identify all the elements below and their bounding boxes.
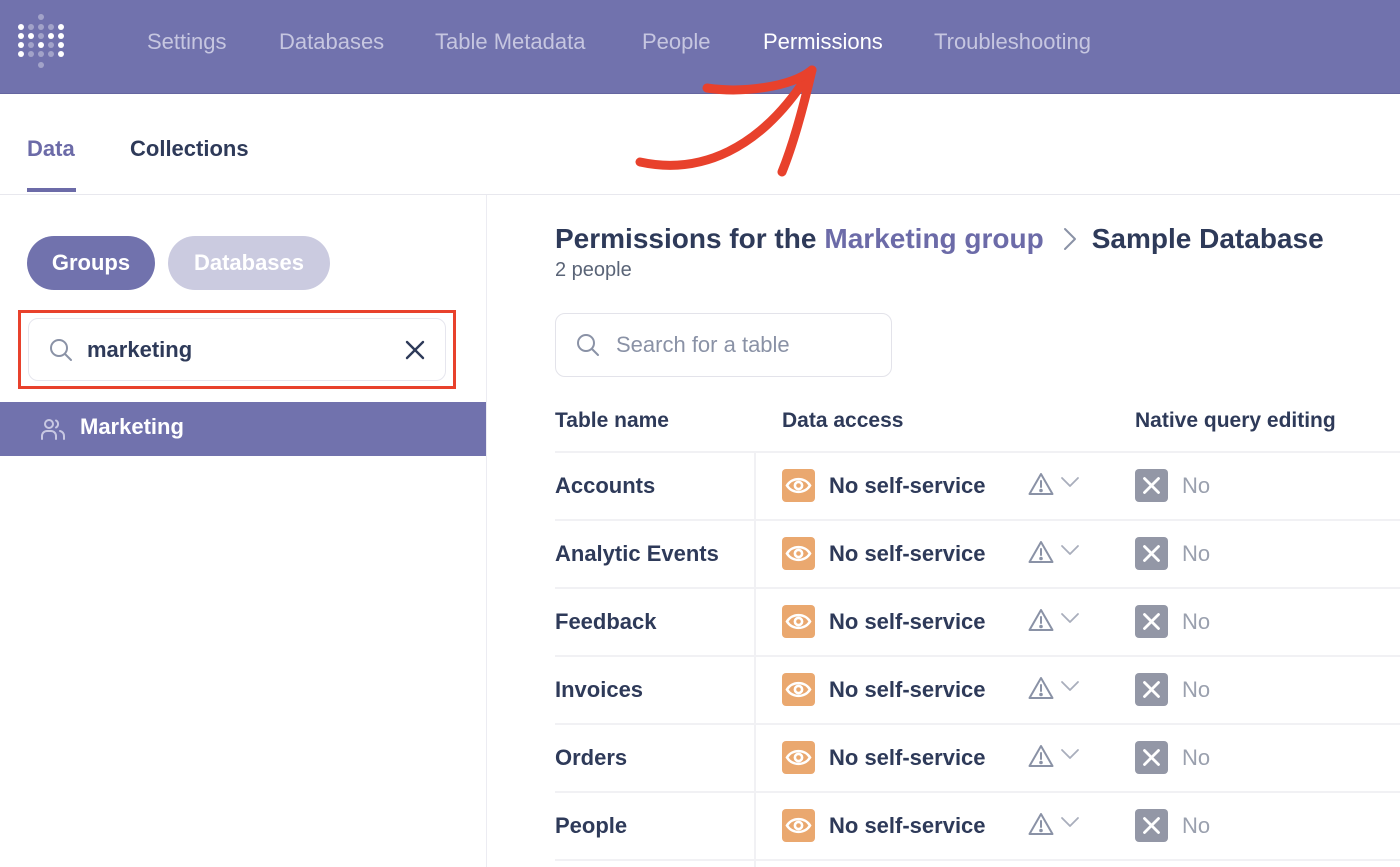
permissions-sidebar: Groups Databases Marketing (0, 195, 487, 867)
eye-icon (782, 537, 815, 570)
chevron-down-icon[interactable] (1060, 543, 1080, 557)
title-prefix: Permissions for the (555, 223, 817, 254)
table-name: Analytic Events (555, 541, 719, 566)
nav-settings[interactable]: Settings (147, 28, 227, 56)
native-query-value[interactable]: No (1182, 473, 1210, 499)
table-name: People (555, 813, 628, 838)
databases-toggle-button[interactable]: Databases (168, 236, 330, 290)
sidebar-item-marketing[interactable]: Marketing (0, 402, 486, 456)
data-access-value[interactable]: No self-service (829, 745, 986, 771)
breadcrumb-database: Sample Database (1091, 223, 1324, 254)
warning-icon (1028, 541, 1054, 563)
close-box-icon (1135, 605, 1168, 638)
chevron-down-icon[interactable] (1060, 747, 1080, 761)
member-count: 2 people (555, 259, 632, 281)
warning-icon (1028, 473, 1054, 495)
native-query-value[interactable]: No (1182, 745, 1210, 771)
table-row: People No self-service No (555, 793, 1400, 861)
table-row: Analytic Events No self-service No (555, 521, 1400, 589)
native-query-value[interactable]: No (1182, 813, 1210, 839)
table-row: Orders No self-service No (555, 725, 1400, 793)
eye-icon (782, 741, 815, 774)
data-access-value[interactable]: No self-service (829, 677, 986, 703)
close-box-icon (1135, 809, 1168, 842)
chevron-down-icon[interactable] (1060, 679, 1080, 693)
admin-top-nav: Settings Databases Table Metadata People… (0, 0, 1400, 94)
data-access-value[interactable]: No self-service (829, 813, 986, 839)
eye-icon (782, 673, 815, 706)
nav-troubleshooting[interactable]: Troubleshooting (934, 28, 1091, 56)
data-access-value[interactable]: No self-service (829, 609, 986, 635)
chevron-right-icon (1063, 228, 1076, 250)
table-name: Accounts (555, 473, 656, 498)
table-name: Feedback (555, 609, 657, 634)
chevron-down-icon[interactable] (1060, 815, 1080, 829)
close-box-icon (1135, 741, 1168, 774)
chevron-down-icon[interactable] (1060, 611, 1080, 625)
group-search-field[interactable] (28, 318, 446, 381)
warning-icon (1028, 745, 1054, 767)
groups-toggle-button[interactable]: Groups (27, 236, 155, 290)
close-box-icon (1135, 469, 1168, 502)
group-search-input[interactable] (87, 331, 387, 369)
search-icon (50, 339, 72, 361)
data-access-value[interactable]: No self-service (829, 541, 986, 567)
close-box-icon (1135, 673, 1168, 706)
group-name: Marketing (80, 414, 184, 439)
chevron-down-icon[interactable] (1060, 475, 1080, 489)
nav-permissions[interactable]: Permissions (763, 28, 883, 56)
table-name: Invoices (555, 677, 644, 702)
data-access-value[interactable]: No self-service (829, 473, 986, 499)
native-query-value[interactable]: No (1182, 609, 1210, 635)
eye-icon (782, 469, 815, 502)
permissions-tabs: Data Collections (0, 94, 1400, 195)
native-query-value[interactable]: No (1182, 541, 1210, 567)
warning-icon (1028, 609, 1054, 631)
search-icon (577, 334, 599, 356)
nav-table-metadata[interactable]: Table Metadata (435, 28, 585, 56)
table-row: Invoices No self-service No (555, 657, 1400, 725)
eye-icon (782, 809, 815, 842)
table-row: Feedback No self-service No (555, 589, 1400, 657)
close-icon[interactable] (403, 338, 427, 362)
warning-icon (1028, 813, 1054, 835)
column-header-native-query: Native query editing (1135, 409, 1336, 432)
warning-icon (1028, 677, 1054, 699)
table-row: Accounts No self-service No (555, 453, 1400, 521)
nav-people[interactable]: People (642, 28, 711, 56)
native-query-value[interactable]: No (1182, 677, 1210, 703)
eye-icon (782, 605, 815, 638)
permissions-main: Permissions for the Marketing group Samp… (488, 195, 1400, 867)
page-title: Permissions for the Marketing group Samp… (555, 223, 1324, 255)
active-tab-indicator (27, 188, 76, 192)
nav-databases[interactable]: Databases (279, 28, 384, 56)
people-icon (41, 419, 65, 440)
group-link[interactable]: Marketing group (824, 223, 1043, 255)
table-search-input[interactable] (616, 326, 876, 364)
tab-data[interactable]: Data (27, 136, 75, 162)
column-header-table-name: Table name (555, 409, 669, 432)
tab-collections[interactable]: Collections (130, 136, 249, 162)
metabase-logo-icon[interactable] (18, 14, 64, 68)
table-name: Orders (555, 745, 628, 770)
close-box-icon (1135, 537, 1168, 570)
column-header-data-access: Data access (782, 409, 904, 432)
table-search-field[interactable] (555, 313, 892, 377)
